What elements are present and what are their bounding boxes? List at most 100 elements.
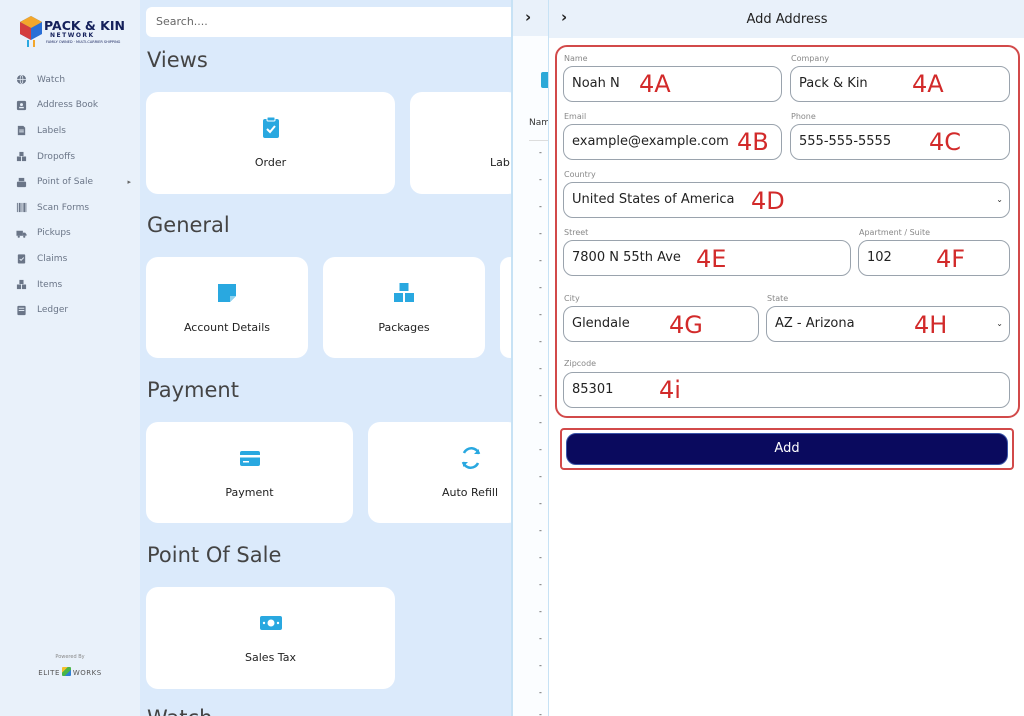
sidebar-item-label: Items [37, 279, 63, 290]
sidebar-item-label: Claims [37, 253, 68, 264]
truck-icon [16, 230, 27, 238]
name-label: Name [564, 54, 588, 63]
table-cell: - [539, 526, 542, 535]
state-select[interactable]: AZ - Arizona ⌄ [766, 306, 1010, 342]
logo-mark-icon [20, 16, 42, 47]
table-cell: - [539, 364, 542, 373]
logo-name: PACK & KIN [44, 18, 125, 33]
table-cell: - [539, 310, 542, 319]
panel-title: Add Address [746, 12, 828, 27]
company-field[interactable]: Pack & Kin [790, 66, 1010, 102]
country-select[interactable]: United States of America ⌄ [563, 182, 1010, 218]
table-cell: - [539, 202, 542, 211]
boxes-icon [16, 151, 27, 162]
table-column-header: Nam [529, 118, 551, 128]
sidebar-item-label: Scan Forms [37, 202, 90, 213]
card-label: Order [254, 156, 287, 169]
credit-card-icon [239, 451, 260, 466]
apt-label: Apartment / Suite [859, 228, 931, 237]
sidebar-item-dropoffs[interactable]: Dropoffs [16, 144, 131, 170]
pack-and-kin-logo[interactable]: PACK & KIN NETWORK FAMILY OWNED · MULTI-… [18, 14, 128, 54]
company-label: Company [791, 54, 830, 63]
clipboard-check-icon [262, 116, 279, 138]
zipcode-field[interactable]: 85301 [563, 372, 1010, 408]
table-cell: - [539, 634, 542, 643]
card-label: Auto Refill [442, 486, 498, 499]
table-cell: - [539, 229, 542, 238]
annotation-zipcode: 4i [659, 376, 681, 404]
search-input[interactable]: Search.... [146, 7, 516, 37]
logo-subtitle: NETWORK [50, 32, 95, 39]
sidebar-nav: Watch Address Book Labels Dropoffs Point… [16, 67, 131, 323]
chevron-down-icon: ⌄ [996, 195, 1003, 204]
email-label: Email [564, 112, 587, 121]
annotation-street: 4E [696, 245, 727, 273]
card-labels[interactable]: Lab [410, 92, 520, 194]
sidebar-item-items[interactable]: Items [16, 272, 131, 298]
phone-field[interactable]: 555-555-5555 [790, 124, 1010, 160]
sidebar-item-pickups[interactable]: Pickups [16, 221, 131, 247]
sidebar-item-label: Dropoffs [37, 151, 76, 162]
sidebar-item-claims[interactable]: Claims [16, 246, 131, 272]
sidebar-item-label: Labels [37, 125, 66, 136]
add-button[interactable]: Add [566, 433, 1008, 465]
card-account-details[interactable]: Account Details [146, 257, 308, 358]
name-field[interactable]: Noah N [563, 66, 782, 102]
annotation-city: 4G [669, 311, 703, 339]
cube-icon [61, 667, 71, 676]
table-cell: - [539, 337, 542, 346]
annotation-name: 4A [639, 70, 671, 98]
sidebar: PACK & KIN NETWORK FAMILY OWNED · MULTI-… [0, 0, 140, 716]
add-button-highlight: Add [560, 428, 1014, 470]
clipboard-check-icon [17, 254, 26, 264]
chevron-right-icon[interactable]: ▸ [127, 178, 131, 186]
sidebar-item-ledger[interactable]: Ledger [16, 297, 131, 323]
table-cell: - [539, 472, 542, 481]
barcode-icon [16, 203, 27, 213]
section-title-views: Views [147, 48, 208, 72]
card-packages[interactable]: Packages [323, 257, 485, 358]
card-auto-refill[interactable]: Auto Refill [368, 422, 520, 523]
sidebar-item-labels[interactable]: Labels [16, 118, 131, 144]
background-table-strip: › Nam - - - - - - - - - - - - - - - - - - - - - - [511, 0, 551, 716]
phone-label: Phone [791, 112, 816, 121]
works-text: WORKS [72, 669, 102, 677]
city-field[interactable]: Glendale [563, 306, 759, 342]
card-order[interactable]: Order [146, 92, 395, 194]
strip-header [513, 0, 550, 36]
state-label: State [767, 294, 789, 303]
annotation-country: 4D [751, 187, 785, 215]
logo-tagline: FAMILY OWNED · MULTI-CARRIER SHIPPING [46, 40, 121, 44]
card-payment[interactable]: Payment [146, 422, 353, 523]
street-label: Street [564, 228, 589, 237]
register-icon [16, 177, 27, 187]
sidebar-item-label: Ledger [37, 305, 69, 316]
section-title-payment: Payment [147, 378, 239, 402]
sidebar-item-address-book[interactable]: Address Book [16, 93, 131, 119]
chevron-down-icon: ⌄ [996, 319, 1003, 328]
chevron-right-icon[interactable]: › [525, 8, 531, 26]
powered-by-label: Powered By [55, 654, 85, 660]
card-label: Account Details [183, 321, 271, 334]
table-cell: - [539, 256, 542, 265]
sidebar-item-watch[interactable]: Watch [16, 67, 131, 93]
annotation-phone: 4C [929, 128, 962, 156]
country-label: Country [564, 170, 596, 179]
city-label: City [564, 294, 580, 303]
table-cell: - [539, 661, 542, 670]
annotation-state: 4H [914, 311, 948, 339]
sticky-note-icon [218, 284, 236, 302]
table-cell: - [539, 148, 542, 157]
elite-works-logo[interactable]: ELITE WORKS [0, 667, 140, 677]
sidebar-item-label: Address Book [37, 100, 99, 111]
sidebar-item-scan-forms[interactable]: Scan Forms [16, 195, 131, 221]
sidebar-item-label: Watch [37, 74, 66, 85]
sidebar-item-point-of-sale[interactable]: Point of Sale ▸ [16, 169, 131, 195]
table-cell: - [539, 418, 542, 427]
card-sales-tax[interactable]: Sales Tax [146, 587, 395, 689]
apt-field[interactable]: 102 [858, 240, 1010, 276]
sidebar-item-label: Point of Sale [37, 177, 94, 188]
table-cell: - [539, 607, 542, 616]
state-value: AZ - Arizona [775, 316, 855, 331]
contact-card-icon [16, 100, 27, 110]
